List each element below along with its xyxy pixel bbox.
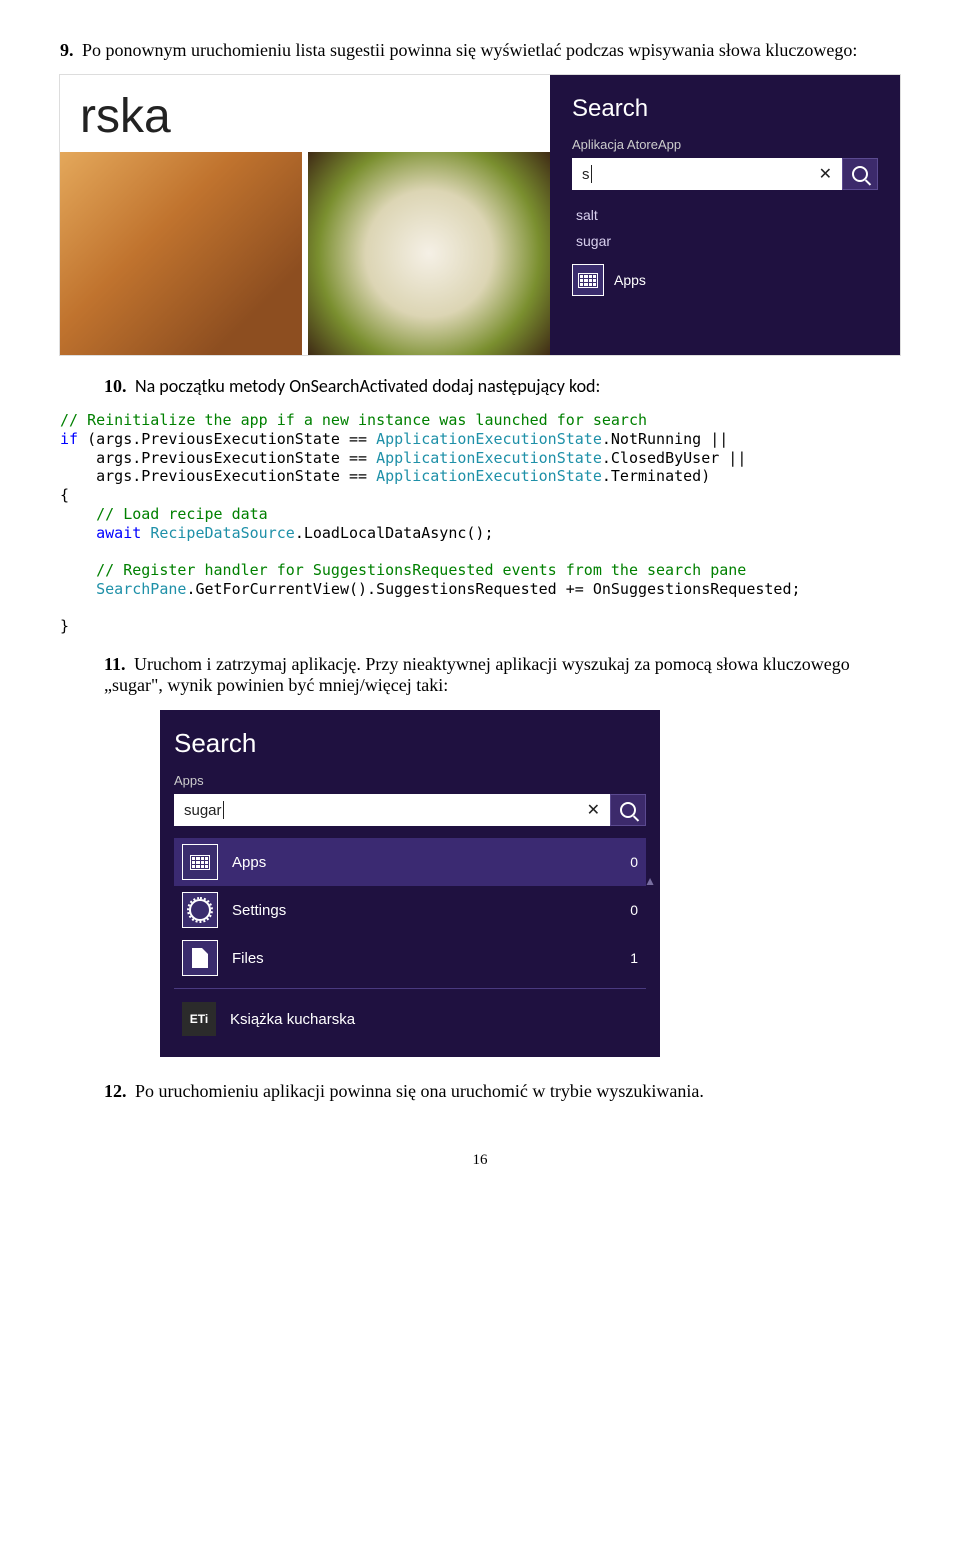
scroll-up-icon[interactable]: ▲ — [644, 874, 656, 888]
step-num: 11. — [104, 654, 126, 674]
code-text: .LoadLocalDataAsync(); — [295, 524, 494, 542]
apps-tile — [572, 264, 604, 296]
search-suggestion[interactable]: sugar — [572, 228, 878, 254]
food-app-title: rska — [60, 75, 550, 144]
code-comment: // Register handler for SuggestionsReque… — [60, 561, 746, 579]
code-blank — [60, 542, 69, 560]
file-icon — [192, 948, 208, 968]
search-icon — [852, 166, 868, 182]
code-comment: // Load recipe data — [60, 505, 268, 523]
code-text — [60, 580, 96, 598]
food-photo-2 — [308, 152, 550, 355]
text-caret — [223, 801, 224, 819]
code-type: SearchPane — [96, 580, 186, 598]
search-row: sugar ✕ — [174, 794, 646, 826]
code-keyword: await — [60, 524, 141, 542]
step-num: 9. — [60, 40, 74, 60]
scope-row-files[interactable]: Files 1 — [174, 934, 646, 982]
code-comment: // Reinitialize the app if a new instanc… — [60, 411, 647, 429]
page-number: 16 — [60, 1152, 900, 1169]
search-icon — [620, 802, 636, 818]
code-text: .ClosedByUser || — [602, 449, 747, 467]
code-text: args.PreviousExecutionState == — [60, 449, 376, 467]
search-charm-pane: Search Aplikacja AtoreApp s ✕ salt sugar — [550, 75, 900, 355]
code-text: args.PreviousExecutionState == — [60, 467, 376, 485]
files-tile — [182, 940, 218, 976]
search-pane-title: Search — [572, 95, 878, 123]
food-images — [60, 152, 550, 355]
step-11: 11. Uruchom i zatrzymaj aplikację. Przy … — [104, 654, 900, 696]
step-text: Uruchom i zatrzymaj aplikację. Przy niea… — [104, 654, 850, 695]
code-text: .Terminated) — [602, 467, 710, 485]
app-result-row[interactable]: ETi Książka kucharska — [174, 995, 646, 1043]
scope-row-settings[interactable]: Settings 0 — [174, 886, 646, 934]
search-query-text: sugar — [184, 802, 222, 819]
step-text: Po ponownym uruchomieniu lista sugestii … — [82, 40, 857, 60]
apps-tile — [182, 844, 218, 880]
screenshot-search-results: Search Apps sugar ✕ ▲ Apps 0 Settings 0 — [160, 710, 660, 1057]
code-text: (args.PreviousExecutionState == — [78, 430, 376, 448]
scope-label: Settings — [232, 902, 286, 919]
scope-count: 0 — [630, 854, 638, 870]
code-blank — [60, 599, 69, 617]
scope-count: 1 — [630, 950, 638, 966]
food-photo-1 — [60, 152, 302, 355]
keyboard-icon — [578, 273, 598, 288]
search-pane-subtitle: Aplikacja AtoreApp — [572, 137, 878, 152]
keyboard-icon — [190, 855, 210, 870]
clear-icon[interactable]: ✕ — [819, 164, 832, 184]
code-block: // Reinitialize the app if a new instanc… — [60, 411, 900, 636]
search-button[interactable] — [842, 158, 878, 190]
settings-tile — [182, 892, 218, 928]
code-text: .GetForCurrentView().SuggestionsRequeste… — [186, 580, 800, 598]
search-button[interactable] — [610, 794, 646, 826]
code-text: } — [60, 617, 69, 635]
code-text: .NotRunning || — [602, 430, 728, 448]
search-input[interactable]: s ✕ — [572, 158, 842, 190]
clear-icon[interactable]: ✕ — [587, 800, 600, 820]
code-type: ApplicationExecutionState — [376, 449, 602, 467]
search-scope-label: Apps — [174, 773, 646, 788]
step-text: Po uruchomieniu aplikacji powinna się on… — [135, 1081, 704, 1101]
divider — [174, 988, 646, 989]
screenshot-search-suggestions: rska Search Aplikacja AtoreApp s ✕ salt … — [60, 75, 900, 355]
app-result-label: Książka kucharska — [230, 1011, 355, 1028]
code-keyword: if — [60, 430, 78, 448]
apps-scope-row[interactable]: Apps — [572, 264, 878, 296]
search-query-text: s — [582, 166, 590, 183]
step-10: 10. Na początku metody OnSearchActivated… — [104, 375, 900, 397]
search-suggestion[interactable]: salt — [572, 202, 878, 228]
code-text: { — [60, 486, 69, 504]
step-num: 12. — [104, 1081, 127, 1101]
gear-icon — [189, 899, 211, 921]
apps-label: Apps — [614, 272, 646, 288]
scope-label: Files — [232, 950, 264, 967]
code-type: ApplicationExecutionState — [376, 430, 602, 448]
code-type: RecipeDataSource — [150, 524, 295, 542]
code-text — [141, 524, 150, 542]
step-9: 9. Po ponownym uruchomieniu lista sugest… — [60, 40, 900, 61]
step-num: 10. — [104, 376, 127, 396]
search-input[interactable]: sugar ✕ — [174, 794, 610, 826]
text-caret — [591, 165, 592, 183]
step-text: Na początku metody OnSearchActivated dod… — [135, 375, 600, 397]
search-row: s ✕ — [572, 158, 878, 190]
search-title: Search — [174, 728, 646, 759]
code-type: ApplicationExecutionState — [376, 467, 602, 485]
step-12: 12. Po uruchomieniu aplikacji powinna si… — [104, 1081, 900, 1102]
scope-label: Apps — [232, 854, 266, 871]
scope-count: 0 — [630, 902, 638, 918]
app-tile-eti: ETi — [182, 1002, 216, 1036]
food-app-panel: rska — [60, 75, 550, 355]
scope-row-apps[interactable]: Apps 0 — [174, 838, 646, 886]
